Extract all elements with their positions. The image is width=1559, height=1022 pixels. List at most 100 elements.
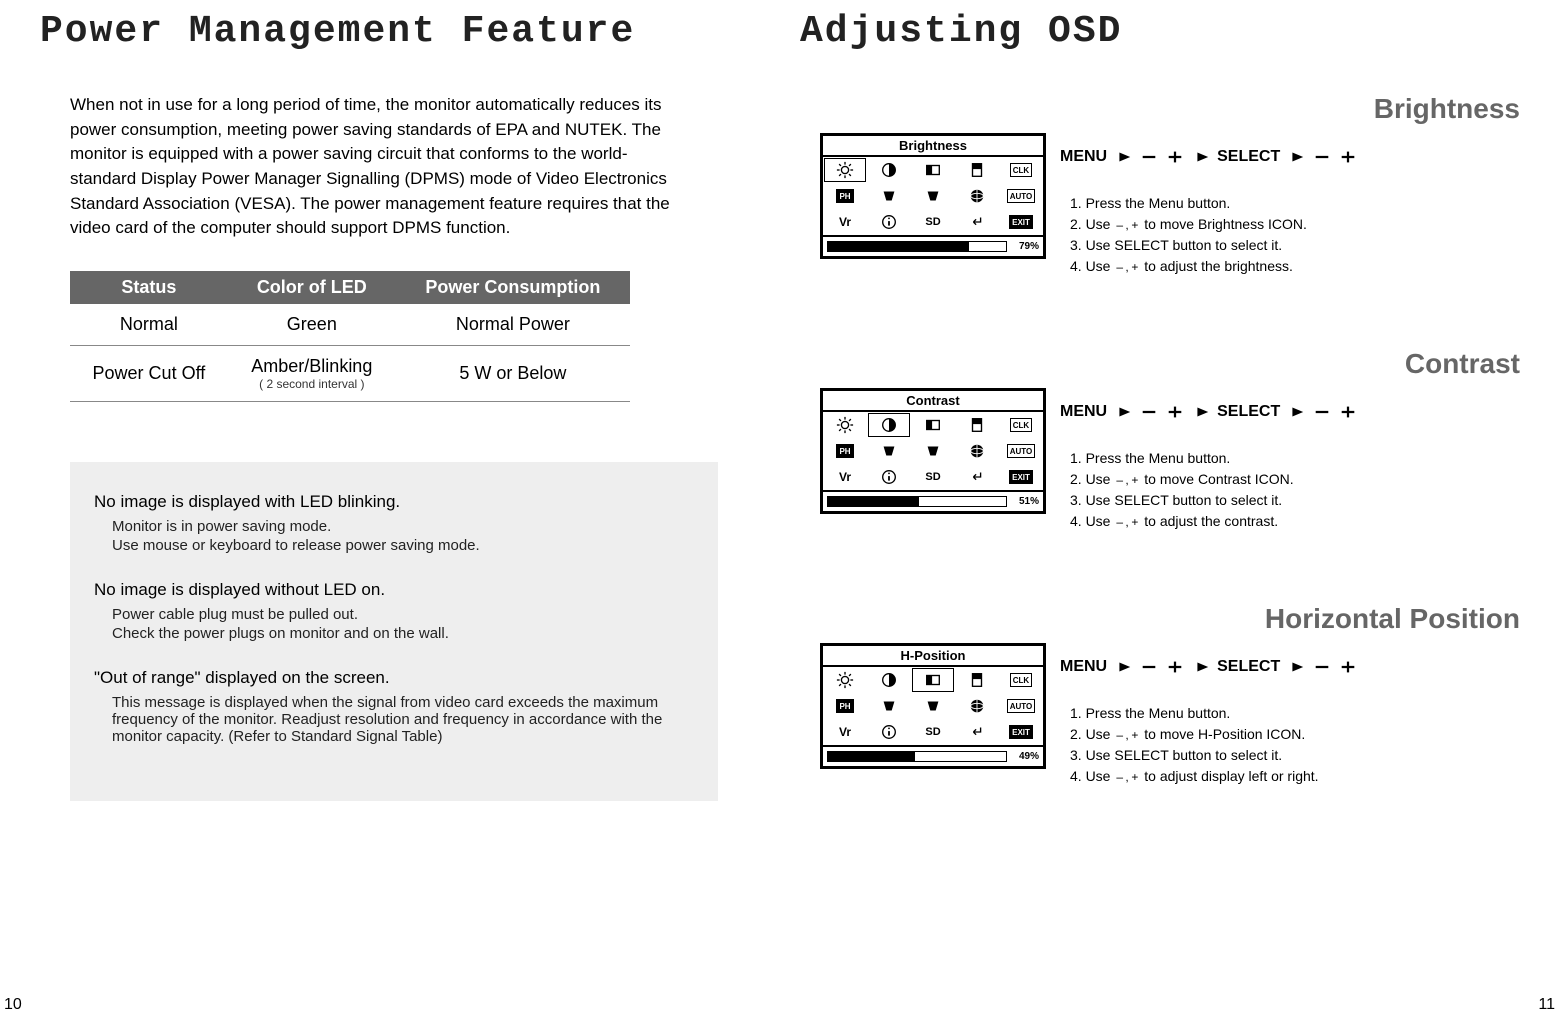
arrow-icon [1113,659,1133,675]
arrow-icon [1191,149,1211,165]
step-item: 1. Press the Menu button. [1070,193,1307,214]
auto-icon: AUTO [999,438,1043,464]
section-heading: Brightness [1374,93,1520,125]
step-item: 4. Use , to adjust the contrast. [1070,511,1294,532]
step-item: 1. Press the Menu button. [1070,703,1319,724]
trouble-detail: Check the power plugs on monitor and on … [112,625,694,642]
info-icon [867,464,911,490]
minus-icon [1312,659,1332,675]
plus-icon [1165,659,1185,675]
arrow-icon [1191,404,1211,420]
info-icon [867,209,911,235]
td-power: 5 W or Below [396,345,630,401]
step-item: 2. Use , to move Contrast ICON. [1070,469,1294,490]
td-led: Green [228,304,396,346]
vr-icon: Vr [823,209,867,235]
step-item: 1. Press the Menu button. [1070,448,1294,469]
lang-icon [911,693,955,719]
exit-icon: EXIT [999,464,1043,490]
trouble-detail: This message is displayed when the signa… [112,694,694,745]
trouble-detail: Monitor is in power saving mode. [112,518,694,535]
step-item: 4. Use , to adjust the brightness. [1070,256,1307,277]
td-led: Amber/Blinking ( 2 second interval ) [228,345,396,401]
arrow-icon [1286,404,1306,420]
hpos-icon [911,412,955,438]
td-status: Power Cut Off [70,345,228,401]
osd-title: Brightness [823,136,1043,157]
plus-icon [1338,404,1358,420]
td-status: Normal [70,304,228,346]
menu-label: MENU [1060,658,1107,676]
steps-list: 1. Press the Menu button.2. Use , to mov… [1070,448,1294,532]
osd-section: BrightnessBrightnessCLKPHAUTOVrSDEXIT79%… [800,93,1530,348]
hpos-icon [911,157,955,183]
minus-icon [1139,149,1159,165]
osd-bar: 79% [823,237,1043,256]
vr-icon: Vr [823,464,867,490]
arrow-icon [1113,404,1133,420]
globe-icon [955,438,999,464]
trouble-item: No image is displayed with LED blinking.… [94,492,694,554]
return-icon [955,719,999,745]
th-status: Status [70,271,228,304]
exit-icon: EXIT [999,209,1043,235]
page-title-right: Adjusting OSD [800,10,1530,53]
globe-icon [955,693,999,719]
lang-icon [911,183,955,209]
trap-icon [867,183,911,209]
return-icon [955,209,999,235]
vr-icon: Vr [823,719,867,745]
trouble-detail: Use mouse or keyboard to release power s… [112,537,694,554]
brightness-icon [823,157,867,183]
troubleshoot-box: No image is displayed with LED blinking.… [70,462,718,801]
osd-percent: 49% [1011,751,1039,762]
return-icon [955,464,999,490]
osd-panel: ContrastCLKPHAUTOVrSDEXIT51% [820,388,1046,514]
page-number-left: 10 [4,996,22,1014]
auto-icon: AUTO [999,693,1043,719]
steps-list: 1. Press the Menu button.2. Use , to mov… [1070,193,1307,277]
select-label: SELECT [1217,658,1280,676]
osd-panel: H-PositionCLKPHAUTOVrSDEXIT49% [820,643,1046,769]
osd-section: Horizontal PositionH-PositionCLKPHAUTOVr… [800,603,1530,858]
arrow-icon [1286,659,1306,675]
td-power: Normal Power [396,304,630,346]
step-item: 2. Use , to move Brightness ICON. [1070,214,1307,235]
trap-icon [867,438,911,464]
intro-text: When not in use for a long period of tim… [70,93,670,241]
step-item: 4. Use , to adjust display left or right… [1070,766,1319,787]
table-row: Power Cut Off Amber/Blinking ( 2 second … [70,345,630,401]
sd-icon: SD [911,209,955,235]
contrast-icon [867,157,911,183]
osd-percent: 51% [1011,496,1039,507]
page-title-left: Power Management Feature [40,10,740,53]
menu-label: MENU [1060,403,1107,421]
hpos-icon [911,667,955,693]
page-number-right: 11 [1538,996,1555,1014]
minus-icon [1139,659,1159,675]
step-item: 3. Use SELECT button to select it. [1070,235,1307,256]
osd-bar: 51% [823,492,1043,511]
exit-icon: EXIT [999,719,1043,745]
arrow-icon [1191,659,1211,675]
vpos-icon [955,667,999,693]
trap-icon [867,693,911,719]
button-sequence: MENU SELECT [1060,403,1358,429]
osd-grid: CLKPHAUTOVrSDEXIT [823,667,1043,747]
step-item: 3. Use SELECT button to select it. [1070,745,1319,766]
step-item: 3. Use SELECT button to select it. [1070,490,1294,511]
info-icon [867,719,911,745]
arrow-icon [1286,149,1306,165]
table-header-row: Status Color of LED Power Consumption [70,271,630,304]
osd-title: Contrast [823,391,1043,412]
contrast-icon [867,412,911,438]
vpos-icon [955,412,999,438]
th-power: Power Consumption [396,271,630,304]
minus-icon [1139,404,1159,420]
minus-icon [1312,404,1332,420]
clk-icon: CLK [999,412,1043,438]
osd-percent: 79% [1011,241,1039,252]
select-label: SELECT [1217,403,1280,421]
clk-icon: CLK [999,157,1043,183]
trouble-heading: "Out of range" displayed on the screen. [94,668,694,688]
